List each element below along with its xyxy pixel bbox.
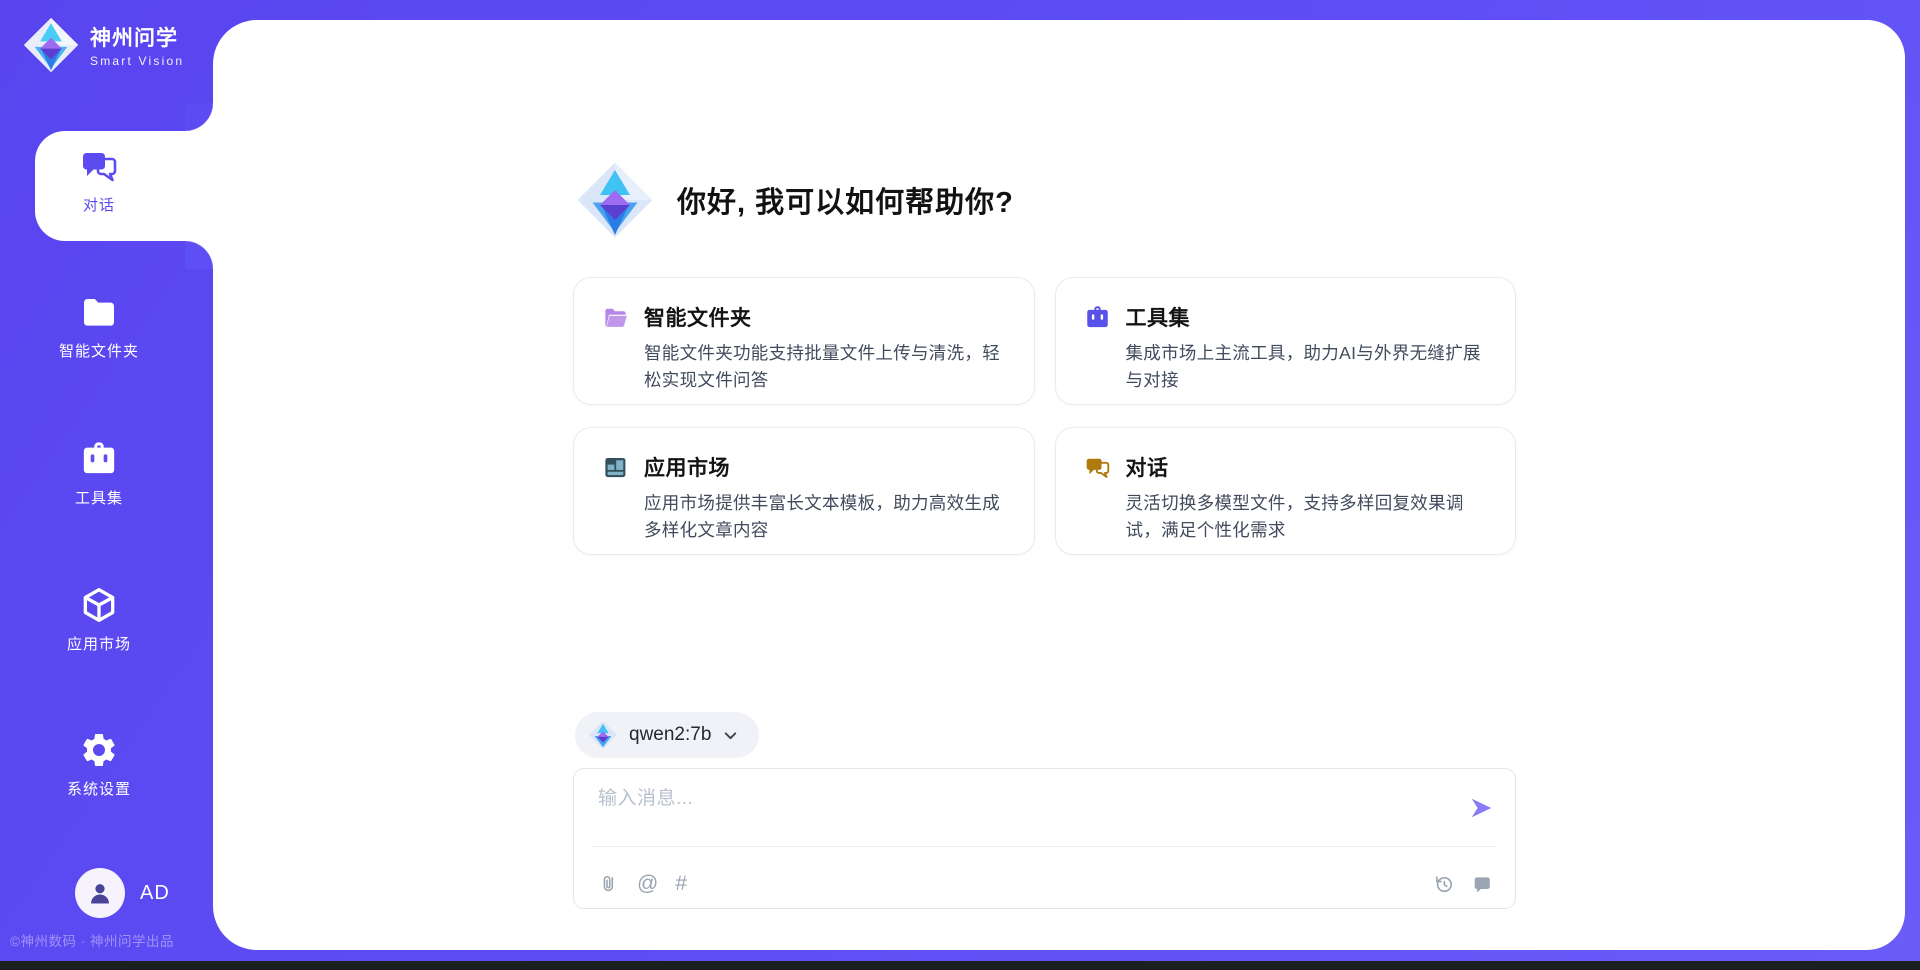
card-head: 智能文件夹 xyxy=(602,302,752,332)
card-smart-folder[interactable]: 智能文件夹 智能文件夹功能支持批量文件上传与清洗，轻松实现文件问答 xyxy=(573,277,1035,405)
history-icon[interactable] xyxy=(1433,873,1455,895)
tab-fillet-top xyxy=(185,103,213,131)
sidebar-item-chat[interactable]: 对话 xyxy=(0,146,198,215)
app-logo-icon xyxy=(575,160,655,240)
card-app-market[interactable]: 应用市场 应用市场提供丰富长文本模板，助力高效生成多样化文章内容 xyxy=(573,427,1035,555)
send-button[interactable] xyxy=(1467,795,1495,823)
tab-fillet-bottom xyxy=(185,241,213,269)
card-description: 智能文件夹功能支持批量文件上传与清洗，轻松实现文件问答 xyxy=(644,340,1010,394)
sidebar-item-label: 对话 xyxy=(83,194,115,215)
card-title: 对话 xyxy=(1126,452,1169,482)
chevron-down-icon xyxy=(722,727,739,744)
greeting: 你好, 我可以如何帮助你? xyxy=(575,160,1014,240)
cube-icon xyxy=(79,585,119,625)
model-name: qwen2:7b xyxy=(629,724,711,746)
app-window: 神州问学 Smart Vision 对话 xyxy=(0,0,1920,970)
sidebar-item-settings[interactable]: 系统设置 xyxy=(0,730,198,799)
brand-text: 神州问学 Smart Vision xyxy=(90,22,184,68)
avatar xyxy=(75,868,125,918)
main-panel: 你好, 我可以如何帮助你? 智能文件夹 智能文件夹功能支持批量文件上传与清洗，轻… xyxy=(213,20,1905,950)
copyright-text: ©神州数码 · 神州问学出品 xyxy=(10,930,174,950)
model-selector[interactable]: qwen2:7b xyxy=(575,712,759,758)
brand-subtitle: Smart Vision xyxy=(90,54,184,68)
sidebar-item-label: 智能文件夹 xyxy=(59,340,139,361)
card-toolbox[interactable]: 工具集 集成市场上主流工具，助力AI与外界无缝扩展与对接 xyxy=(1055,277,1517,405)
grid-icon xyxy=(602,454,629,481)
hash-icon[interactable]: # xyxy=(675,873,687,895)
composer-tools-right xyxy=(1433,873,1493,895)
card-description: 应用市场提供丰富长文本模板，助力高效生成多样化文章内容 xyxy=(644,490,1010,544)
sidebar-item-smart-folder[interactable]: 智能文件夹 xyxy=(0,292,198,361)
chat-icon xyxy=(79,146,119,186)
card-description: 集成市场上主流工具，助力AI与外界无缝扩展与对接 xyxy=(1126,340,1492,394)
sidebar-item-app-market[interactable]: 应用市场 xyxy=(0,585,198,654)
toolbox-icon xyxy=(1084,304,1111,331)
card-head: 工具集 xyxy=(1084,302,1191,332)
brand[interactable]: 神州问学 Smart Vision xyxy=(22,16,184,74)
folder-icon xyxy=(79,292,119,332)
greeting-title: 你好, 我可以如何帮助你? xyxy=(677,179,1014,221)
message-input[interactable] xyxy=(598,783,1448,841)
feature-cards: 智能文件夹 智能文件夹功能支持批量文件上传与清洗，轻松实现文件问答 工具集 集 xyxy=(573,277,1516,555)
chat-icon xyxy=(1084,454,1111,481)
composer-toolbar: @ # xyxy=(598,870,1493,898)
sidebar-item-toolbox[interactable]: 工具集 xyxy=(0,439,198,508)
sidebar-item-label: 系统设置 xyxy=(67,778,131,799)
card-head: 对话 xyxy=(1084,452,1169,482)
send-icon xyxy=(1468,795,1494,821)
card-title: 智能文件夹 xyxy=(644,302,752,332)
card-chat[interactable]: 对话 灵活切换多模型文件，支持多样回复效果调试，满足个性化需求 xyxy=(1055,427,1517,555)
card-title: 工具集 xyxy=(1126,302,1191,332)
card-head: 应用市场 xyxy=(602,452,730,482)
bottom-edge-bar xyxy=(0,961,1920,970)
card-description: 灵活切换多模型文件，支持多样回复效果调试，满足个性化需求 xyxy=(1126,490,1492,544)
brand-name: 神州问学 xyxy=(90,22,184,52)
mention-icon[interactable]: @ xyxy=(637,873,658,895)
composer-divider xyxy=(592,846,1497,847)
diamond-logo-icon xyxy=(588,720,618,750)
composer: @ # xyxy=(573,768,1516,909)
toolbox-icon xyxy=(79,439,119,479)
user-profile[interactable]: AD xyxy=(0,868,213,918)
person-icon xyxy=(85,878,115,908)
user-initials: AD xyxy=(140,882,170,905)
attach-icon[interactable] xyxy=(598,873,620,895)
sidebar-item-label: 工具集 xyxy=(75,487,123,508)
folder-icon xyxy=(602,304,629,331)
feedback-icon[interactable] xyxy=(1471,873,1493,895)
sidebar-item-label: 应用市场 xyxy=(67,633,131,654)
card-title: 应用市场 xyxy=(644,452,730,482)
gear-icon xyxy=(79,730,119,770)
brand-logo-icon xyxy=(22,16,80,74)
sidebar: 神州问学 Smart Vision 对话 xyxy=(0,0,213,970)
